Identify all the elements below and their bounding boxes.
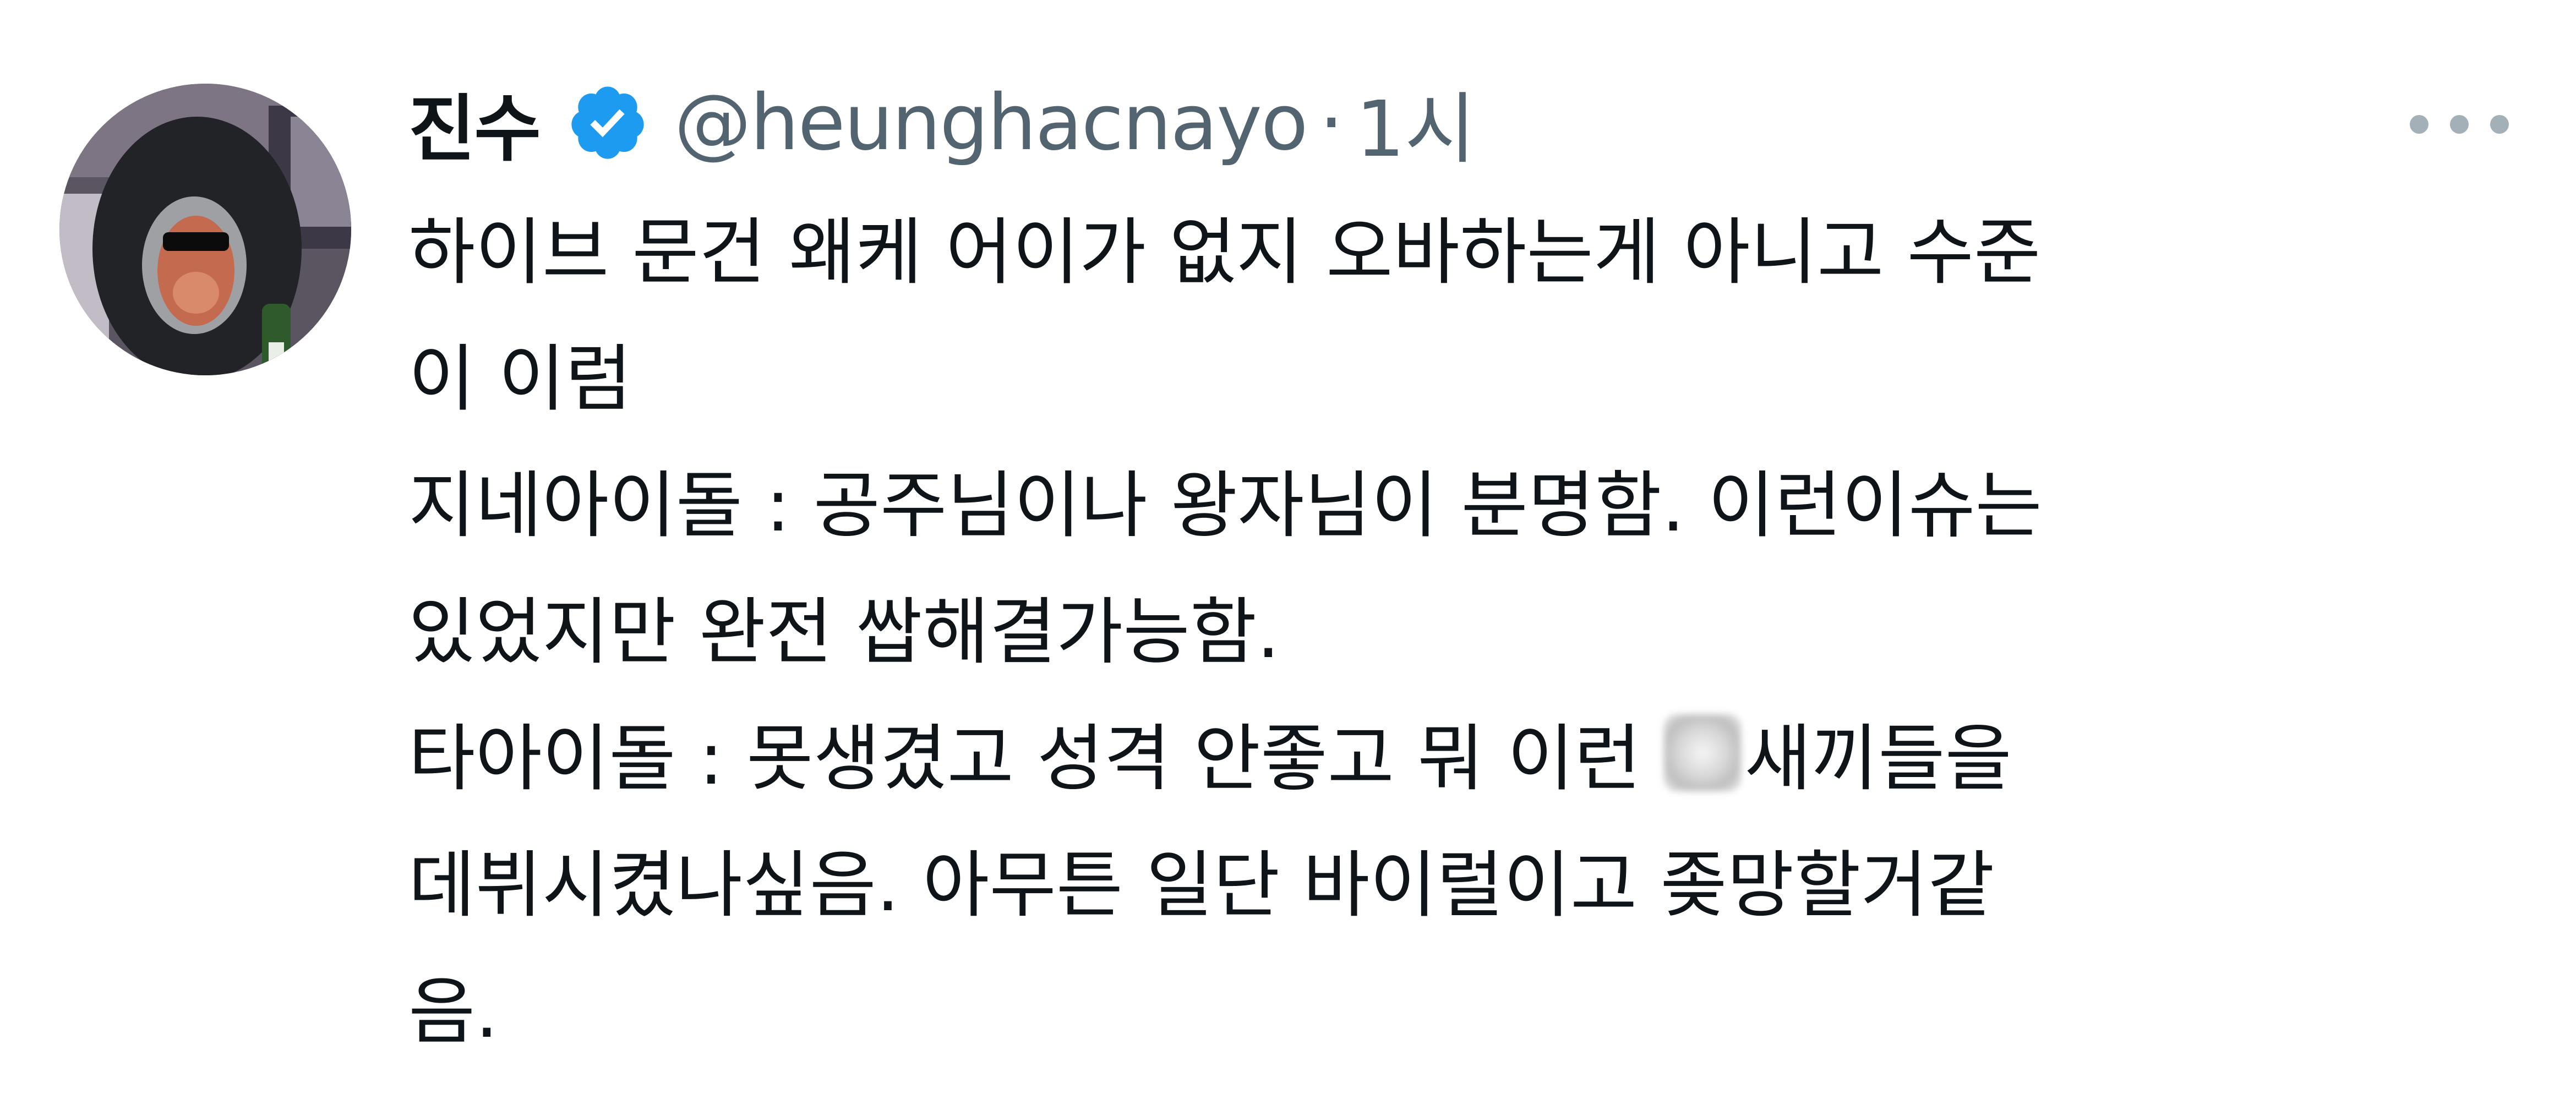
more-dot bbox=[2410, 115, 2428, 134]
separator-dot: · bbox=[1319, 78, 1344, 168]
profile-avatar[interactable] bbox=[59, 84, 351, 375]
tweet-header: 진수 @heunghacnayo · 1시 bbox=[408, 65, 1476, 180]
tweet-text-line: 이 이럼 bbox=[408, 337, 632, 422]
more-dot bbox=[2490, 115, 2509, 134]
tweet-text: 하이브 문건 왜케 어이가 없지 오바하는게 아니고 수준 이 이럼 지네아이돌… bbox=[408, 189, 2489, 1075]
more-options-icon[interactable] bbox=[2410, 108, 2509, 141]
tweet-text-line: 음. bbox=[408, 970, 499, 1054]
censor-blur bbox=[1664, 714, 1742, 791]
tweet-text-line: 데뷔시켰나싶음. 아무튼 일단 바이럴이고 좆망할거같 bbox=[408, 843, 1995, 928]
avatar-image bbox=[59, 84, 351, 375]
tweet-text-segment: 타아이돌 : 못생겼고 성격 안좋고 뭐 이런 bbox=[408, 716, 1664, 801]
tweet-text-segment: 새끼들을 bbox=[1744, 716, 2012, 801]
tweet-timestamp[interactable]: 1시 bbox=[1356, 67, 1476, 178]
tweet-text-line: 지네아이돌 : 공주님이나 왕자님이 분명함. 이런이슈는 bbox=[408, 463, 2042, 548]
tweet-text-line: 타아이돌 : 못생겼고 성격 안좋고 뭐 이런 새끼들을 bbox=[408, 696, 2489, 822]
user-handle[interactable]: @heunghacnayo bbox=[674, 78, 1308, 168]
tweet-text-line: 하이브 문건 왜케 어이가 없지 오바하는게 아니고 수준 bbox=[408, 210, 2041, 295]
tweet-text-line: 있었지만 완전 쌉해결가능함. bbox=[408, 590, 1280, 675]
tweet-card[interactable]: 진수 @heunghacnayo · 1시 하이브 문건 왜케 어이가 없지 오… bbox=[0, 0, 2576, 1105]
more-dot bbox=[2450, 115, 2469, 134]
display-name[interactable]: 진수 bbox=[408, 70, 541, 176]
verified-badge-icon bbox=[566, 81, 649, 164]
